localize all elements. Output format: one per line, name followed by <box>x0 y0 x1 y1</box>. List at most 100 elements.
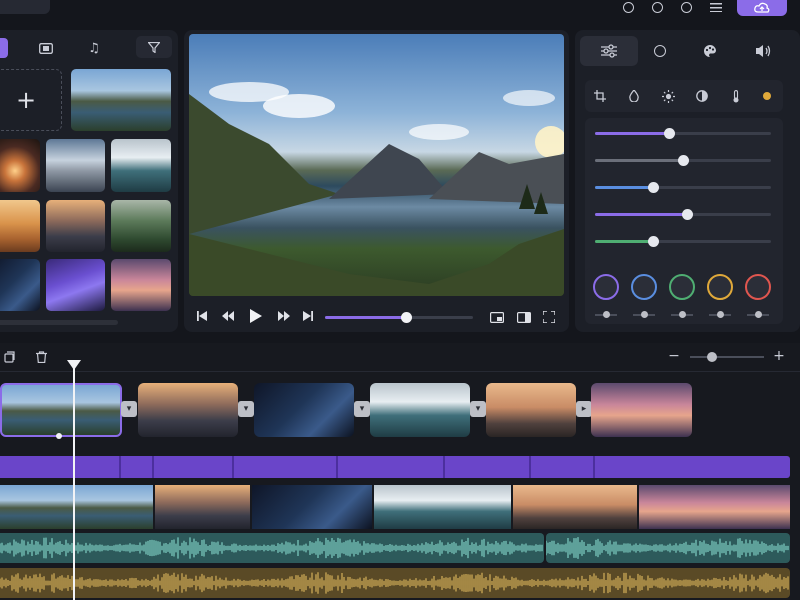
slider-knob[interactable] <box>678 155 689 166</box>
zoom-in-button[interactable]: + <box>772 348 786 364</box>
fullscreen-icon[interactable] <box>542 310 556 324</box>
transition-icon[interactable]: ▾ <box>470 401 486 417</box>
media-thumbnail[interactable] <box>111 139 171 192</box>
drop-icon[interactable] <box>623 88 645 104</box>
skip-forward-icon[interactable] <box>300 308 316 324</box>
timeline-clip[interactable] <box>370 383 470 437</box>
wheel-slider[interactable] <box>709 311 731 318</box>
tab-adjust[interactable] <box>580 36 638 66</box>
tab-audio[interactable] <box>749 36 779 66</box>
slider-knob[interactable] <box>663 128 675 139</box>
video-preview[interactable] <box>189 34 564 296</box>
media-bin-scrollbar[interactable] <box>0 320 118 325</box>
playhead[interactable] <box>73 360 75 600</box>
timeline-clip[interactable] <box>138 383 238 437</box>
video-track-clip[interactable] <box>155 485 250 529</box>
video-track-clip[interactable] <box>639 485 790 529</box>
crop-icon[interactable] <box>589 88 611 104</box>
media-thumbnail[interactable] <box>46 139 105 192</box>
filter-button[interactable] <box>136 36 172 58</box>
effect-segment[interactable] <box>121 456 154 478</box>
list-settings-icon[interactable] <box>704 0 728 14</box>
slider-knob[interactable] <box>648 182 660 193</box>
effect-segment[interactable] <box>154 456 234 478</box>
fast-forward-icon[interactable] <box>276 308 292 324</box>
effect-segment[interactable] <box>338 456 445 478</box>
slider-1[interactable] <box>595 128 771 139</box>
playback-progress[interactable] <box>325 312 473 323</box>
add-media-button[interactable]: + <box>0 69 62 131</box>
effect-segment[interactable] <box>531 456 595 478</box>
slider-3[interactable] <box>595 182 771 193</box>
color-wheel[interactable] <box>745 274 771 300</box>
video-track-clip[interactable] <box>252 485 372 529</box>
rewind-icon[interactable] <box>220 308 236 324</box>
trash-icon[interactable] <box>34 349 48 365</box>
slider-2[interactable] <box>595 155 771 166</box>
wheel-slider[interactable] <box>595 311 617 318</box>
wheel-slider[interactable] <box>633 311 655 318</box>
audio-clip[interactable] <box>0 533 544 563</box>
media-thumbnail[interactable] <box>0 200 40 252</box>
copy-icon[interactable] <box>2 349 16 365</box>
video-track-clip[interactable] <box>0 485 153 529</box>
media-thumbnail[interactable] <box>0 259 40 311</box>
color-wheel[interactable] <box>707 274 733 300</box>
wheel-slider[interactable] <box>671 311 693 318</box>
color-wheel[interactable] <box>631 274 657 300</box>
timeline-clip[interactable] <box>486 383 576 437</box>
music-icon[interactable]: ♫ <box>84 38 104 58</box>
media-thumbnail[interactable] <box>71 69 171 131</box>
circle-icon[interactable] <box>618 0 638 14</box>
contrast-icon[interactable] <box>691 88 713 104</box>
tab-color[interactable] <box>695 36 725 66</box>
circle-icon[interactable] <box>647 0 667 14</box>
timeline-clip[interactable] <box>0 383 122 437</box>
slider-5[interactable] <box>595 236 771 247</box>
transition-icon[interactable]: ▾ <box>121 401 137 417</box>
play-icon[interactable] <box>247 307 265 325</box>
transition-icon[interactable]: ▾ <box>354 401 370 417</box>
keyframe-marker[interactable] <box>56 433 62 439</box>
media-thumbnail[interactable] <box>0 139 40 192</box>
video-track-clip[interactable] <box>513 485 637 529</box>
tab-effects[interactable] <box>645 36 675 66</box>
tab-video[interactable] <box>0 38 8 58</box>
wheel-slider-knob[interactable] <box>679 311 686 318</box>
project-name-field[interactable] <box>0 0 50 14</box>
slider-knob[interactable] <box>681 209 693 220</box>
audio-clip[interactable] <box>546 533 790 563</box>
media-thumbnail[interactable] <box>111 200 171 252</box>
effect-segment[interactable] <box>445 456 531 478</box>
wheel-slider-knob[interactable] <box>717 311 724 318</box>
video-track-clip[interactable] <box>374 485 511 529</box>
color-wheel[interactable] <box>669 274 695 300</box>
slider-knob[interactable] <box>648 236 660 247</box>
zoom-slider[interactable] <box>690 352 764 362</box>
playhead-handle[interactable] <box>67 360 81 370</box>
wheel-slider-knob[interactable] <box>641 311 648 318</box>
media-thumbnail[interactable] <box>46 200 105 252</box>
export-button[interactable] <box>737 0 787 16</box>
add-circle-icon[interactable] <box>676 0 696 14</box>
timeline-clip[interactable] <box>254 383 354 437</box>
slider-4[interactable] <box>595 209 771 220</box>
media-thumbnail[interactable] <box>46 259 105 311</box>
zoom-knob[interactable] <box>707 352 718 362</box>
progress-knob[interactable] <box>401 312 413 323</box>
wheel-slider-knob[interactable] <box>755 311 762 318</box>
film-icon[interactable] <box>36 38 56 58</box>
transition-icon[interactable]: ▸ <box>576 401 592 417</box>
color-wheel[interactable] <box>593 274 619 300</box>
transition-icon[interactable]: ▾ <box>238 401 254 417</box>
music-clip[interactable] <box>0 568 790 598</box>
media-thumbnail[interactable] <box>111 259 171 311</box>
wheel-slider[interactable] <box>747 311 769 318</box>
timeline-clip[interactable] <box>591 383 692 437</box>
wheel-slider-knob[interactable] <box>603 311 610 318</box>
skip-back-icon[interactable] <box>194 308 210 324</box>
effect-segment[interactable] <box>0 456 121 478</box>
effect-segment[interactable] <box>234 456 338 478</box>
pip-icon[interactable] <box>489 310 505 324</box>
dot-icon[interactable] <box>763 92 771 100</box>
